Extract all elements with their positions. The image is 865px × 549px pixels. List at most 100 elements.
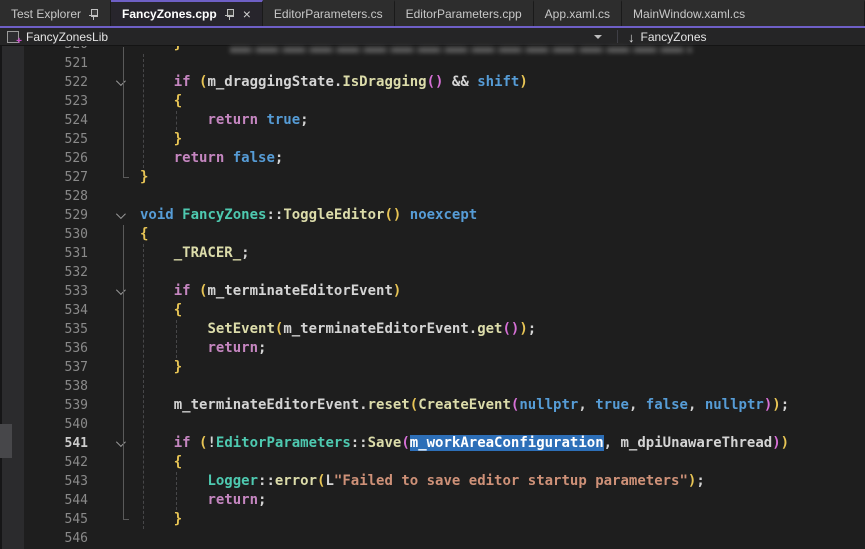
code-text: { <box>138 453 865 472</box>
project-dropdown[interactable]: FancyZonesLib <box>26 30 108 44</box>
code-text: Logger::error(L"Failed to save editor st… <box>138 472 865 491</box>
line-number: 521 <box>0 56 100 71</box>
tab-editorparameters-cs[interactable]: EditorParameters.cs <box>263 0 395 26</box>
close-icon[interactable]: × <box>243 7 251 21</box>
pin-icon[interactable] <box>89 8 99 21</box>
code-line-540[interactable]: 540 <box>0 415 865 434</box>
code-text: m_terminateEditorEvent.reset(CreateEvent… <box>138 396 865 415</box>
scope-dropdown-label: FancyZones <box>641 30 707 44</box>
line-number: 542 <box>0 455 100 470</box>
tab-editorparameters-cpp[interactable]: EditorParameters.cpp <box>395 0 534 26</box>
line-number: 527 <box>0 170 100 185</box>
code-line-537[interactable]: 537 } <box>0 358 865 377</box>
line-number: 546 <box>0 531 100 546</box>
code-text: return; <box>138 491 865 510</box>
line-number: 540 <box>0 417 100 432</box>
code-line-521[interactable]: 521 <box>0 54 865 73</box>
selected-text[interactable]: m_workAreaConfiguration <box>410 435 604 451</box>
line-number: 523 <box>0 94 100 109</box>
line-number: 532 <box>0 265 100 280</box>
indent-guide <box>176 111 177 130</box>
fold-extent-line <box>123 47 124 177</box>
code-line-527[interactable]: 527} <box>0 168 865 187</box>
code-line-538[interactable]: 538 <box>0 377 865 396</box>
code-line-533[interactable]: 533 if (m_terminateEditorEvent) <box>0 282 865 301</box>
code-editor[interactable]: 520 } 521 522 if (m_draggingState.IsDraggi… <box>0 46 865 549</box>
code-line-535[interactable]: 535 SetEvent(m_terminateEditorEvent.get(… <box>0 320 865 339</box>
tab-test-explorer[interactable]: Test Explorer <box>0 0 111 26</box>
code-text: } <box>138 358 865 377</box>
code-text: { <box>138 301 865 320</box>
code-line-534[interactable]: 534 { <box>0 301 865 320</box>
obscured-code-text <box>230 47 692 53</box>
caret-down-icon[interactable] <box>594 35 602 39</box>
code-text: } <box>138 168 865 187</box>
code-text: { <box>138 92 865 111</box>
pin-icon[interactable] <box>225 8 235 21</box>
line-number: 537 <box>0 360 100 375</box>
scope-dropdown[interactable]: ↓ FancyZones <box>628 28 707 46</box>
tab-label: Test Explorer <box>11 7 81 21</box>
tab-label: MainWindow.xaml.cs <box>633 7 745 21</box>
line-number: 520 <box>0 46 100 52</box>
code-line-545[interactable]: 545 } <box>0 510 865 529</box>
tab-fancyzones-cpp[interactable]: FancyZones.cpp × <box>111 0 263 26</box>
code-line-526[interactable]: 526 return false; <box>0 149 865 168</box>
line-number: 544 <box>0 493 100 508</box>
code-text: return; <box>138 339 865 358</box>
tab-mainwindow-xaml-cs[interactable]: MainWindow.xaml.cs <box>622 0 865 26</box>
tab-app-xaml-cs[interactable]: App.xaml.cs <box>534 0 622 26</box>
indent-guide <box>176 472 177 510</box>
indent-guide <box>176 320 177 358</box>
code-text: { <box>138 225 865 244</box>
line-number: 541 <box>0 436 100 451</box>
code-line-546[interactable]: 546 <box>0 529 865 548</box>
code-text: return false; <box>138 149 865 168</box>
code-text: if (m_terminateEditorEvent) <box>138 282 865 301</box>
code-line-528[interactable]: 528 <box>0 187 865 206</box>
line-number: 534 <box>0 303 100 318</box>
code-line-530[interactable]: 530 { <box>0 225 865 244</box>
code-text: void FancyZones::ToggleEditor() noexcept <box>138 206 865 225</box>
code-text: SetEvent(m_terminateEditorEvent.get()); <box>138 320 865 339</box>
line-number: 526 <box>0 151 100 166</box>
fold-chevron-icon[interactable] <box>100 79 138 86</box>
code-line-531[interactable]: 531 _TRACER_; <box>0 244 865 263</box>
code-line-524[interactable]: 524 return true; <box>0 111 865 130</box>
code-line-541[interactable]: 541 if (!EditorParameters::Save(m_workAr… <box>0 434 865 453</box>
fold-extent-tick <box>123 519 129 520</box>
line-number: 524 <box>0 113 100 128</box>
code-line-525[interactable]: 525 } <box>0 130 865 149</box>
fold-chevron-icon[interactable] <box>100 440 138 447</box>
code-line-542[interactable]: 542 { <box>0 453 865 472</box>
line-number: 531 <box>0 246 100 261</box>
code-line-543[interactable]: 543 Logger::error(L"Failed to save edito… <box>0 472 865 491</box>
fold-extent-tick <box>123 177 129 178</box>
code-line-532[interactable]: 532 <box>0 263 865 282</box>
line-number: 530 <box>0 227 100 242</box>
fold-chevron-icon[interactable] <box>100 212 138 219</box>
code-line-544[interactable]: 544 return; <box>0 491 865 510</box>
code-text: return true; <box>138 111 865 130</box>
line-number: 539 <box>0 398 100 413</box>
fold-chevron-icon[interactable] <box>100 288 138 295</box>
line-number: 536 <box>0 341 100 356</box>
indent-guide <box>143 244 144 529</box>
code-line-539[interactable]: 539 m_terminateEditorEvent.reset(CreateE… <box>0 396 865 415</box>
code-line-529[interactable]: 529void FancyZones::ToggleEditor() noexc… <box>0 206 865 225</box>
indent-guide <box>143 54 144 168</box>
code-line-523[interactable]: 523 { <box>0 92 865 111</box>
tab-label: FancyZones.cpp <box>122 7 217 21</box>
document-tab-bar: Test Explorer FancyZones.cpp × EditorParame… <box>0 0 865 28</box>
line-number: 538 <box>0 379 100 394</box>
line-number: 525 <box>0 132 100 147</box>
vs-editor-window: Test Explorer FancyZones.cpp × EditorParame… <box>0 0 865 549</box>
line-number: 545 <box>0 512 100 527</box>
line-number: 535 <box>0 322 100 337</box>
tab-label: EditorParameters.cs <box>274 7 383 21</box>
tab-label: EditorParameters.cpp <box>406 7 522 21</box>
navigation-bar: FancyZonesLib ↓ FancyZones <box>0 28 865 46</box>
code-line-522[interactable]: 522 if (m_draggingState.IsDragging() && … <box>0 73 865 92</box>
code-line-536[interactable]: 536 return; <box>0 339 865 358</box>
line-number: 533 <box>0 284 100 299</box>
